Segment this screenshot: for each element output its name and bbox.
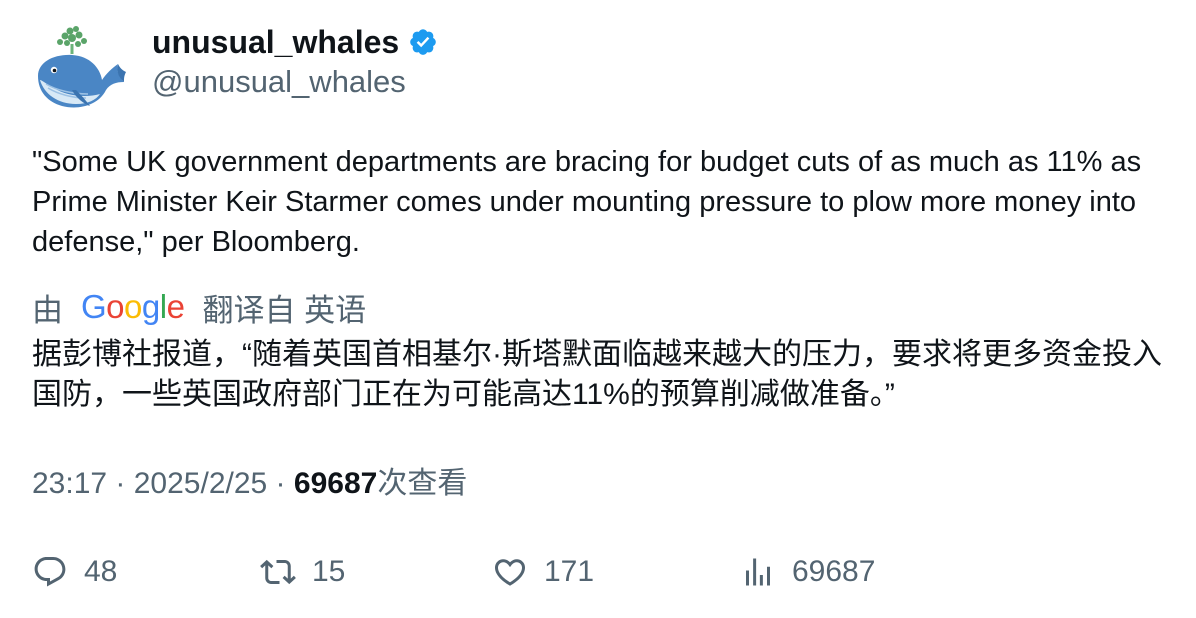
display-name-row[interactable]: unusual_whales bbox=[152, 22, 438, 62]
translated-text: 据彭博社报道，“随着英国首相基尔·斯塔默面临越来越大的压力，要求将更多资金投入国… bbox=[32, 338, 1162, 411]
avatar[interactable] bbox=[32, 24, 128, 116]
views-button[interactable]: 69687 bbox=[740, 551, 875, 593]
reply-count: 48 bbox=[84, 555, 118, 588]
google-logo-icon: Google bbox=[81, 288, 185, 325]
tweet-date[interactable]: 2025/2/25 bbox=[134, 467, 267, 500]
display-name[interactable]: unusual_whales bbox=[152, 22, 399, 62]
whale-logo-icon bbox=[38, 26, 126, 108]
tweet-meta: 23:17 · 2025/2/25 · 69687次查看 bbox=[32, 464, 467, 504]
translation-prefix: 由 bbox=[32, 292, 63, 328]
analytics-icon bbox=[746, 558, 770, 586]
like-count: 171 bbox=[544, 555, 595, 588]
views-count: 69687 bbox=[293, 467, 378, 500]
action-bar: 48 15 171 69687 bbox=[32, 551, 1172, 593]
user-handle[interactable]: @unusual_whales bbox=[152, 62, 406, 102]
retweet-icon bbox=[260, 559, 296, 585]
meta-separator: · bbox=[267, 467, 294, 500]
retweet-button[interactable]: 15 bbox=[260, 551, 345, 593]
tweet-text: "Some UK government departments are brac… bbox=[32, 146, 1142, 258]
views-action-count: 69687 bbox=[792, 555, 876, 588]
reply-icon bbox=[34, 557, 66, 587]
views-label: 次查看 bbox=[377, 467, 468, 500]
retweet-count: 15 bbox=[312, 555, 346, 588]
verified-badge-icon bbox=[410, 29, 436, 55]
tweet-time[interactable]: 23:17 bbox=[32, 467, 107, 500]
reply-button[interactable]: 48 bbox=[32, 551, 117, 593]
heart-icon bbox=[494, 559, 526, 586]
meta-separator: · bbox=[107, 467, 134, 500]
like-button[interactable]: 171 bbox=[492, 551, 594, 593]
translation-suffix: 翻译自 英语 bbox=[202, 292, 367, 328]
translation-attribution: 由 Google 翻译自 英语 bbox=[32, 286, 366, 328]
